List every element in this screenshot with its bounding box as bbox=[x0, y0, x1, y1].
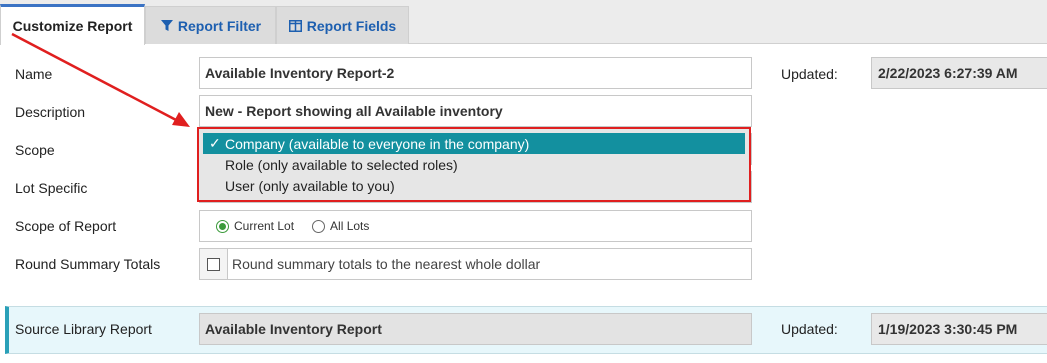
lot-specific-label: Lot Specific bbox=[15, 180, 88, 196]
source-library-value: Available Inventory Report bbox=[199, 313, 752, 345]
all-lots-radio[interactable] bbox=[312, 219, 326, 233]
scope-of-report-label: Scope of Report bbox=[15, 218, 117, 234]
name-field[interactable]: Available Inventory Report-2 bbox=[199, 57, 752, 89]
scope-option-user-label: User (only available to you) bbox=[225, 177, 395, 194]
updated-label: Updated: bbox=[781, 66, 838, 82]
filter-icon bbox=[160, 19, 174, 33]
columns-icon bbox=[289, 19, 303, 33]
round-summary-row: Round summary totals to the nearest whol… bbox=[199, 248, 752, 280]
scope-of-report-radios: Current Lot All Lots bbox=[199, 210, 752, 242]
current-lot-label[interactable]: Current Lot bbox=[234, 219, 294, 233]
tab-report-fields[interactable]: Report Fields bbox=[276, 6, 409, 44]
round-summary-checkbox-cell[interactable] bbox=[200, 249, 228, 279]
tab-report-filter-label: Report Filter bbox=[177, 17, 262, 34]
description-label: Description bbox=[15, 104, 86, 120]
round-summary-checkbox[interactable] bbox=[207, 257, 220, 271]
current-lot-radio[interactable] bbox=[216, 219, 229, 233]
name-label: Name bbox=[15, 66, 53, 82]
tab-report-fields-label: Report Fields bbox=[306, 17, 397, 34]
scope-label: Scope bbox=[15, 142, 55, 158]
scope-option-role-label: Role (only available to selected roles) bbox=[225, 156, 458, 173]
tab-report-filter[interactable]: Report Filter bbox=[145, 6, 276, 44]
scope-option-company[interactable]: ✓ Company (available to everyone in the … bbox=[203, 133, 745, 154]
description-field[interactable]: New - Report showing all Available inven… bbox=[199, 95, 752, 127]
round-summary-label: Round Summary Totals bbox=[15, 256, 161, 272]
scope-option-user[interactable]: User (only available to you) bbox=[203, 175, 745, 196]
scope-option-role[interactable]: Role (only available to selected roles) bbox=[203, 154, 745, 175]
scope-option-company-label: Company (available to everyone in the co… bbox=[225, 135, 530, 152]
source-library-label: Source Library Report bbox=[15, 321, 152, 337]
scope-dropdown-menu: ✓ Company (available to everyone in the … bbox=[197, 127, 751, 202]
tab-customize-report[interactable]: Customize Report bbox=[0, 4, 145, 45]
check-mark-icon: ✓ bbox=[209, 135, 221, 151]
name-value: Available Inventory Report-2 bbox=[205, 65, 395, 81]
updated-value: 2/22/2023 6:27:39 AM bbox=[871, 57, 1047, 89]
all-lots-label[interactable]: All Lots bbox=[330, 219, 369, 233]
tab-customize-report-label: Customize Report bbox=[12, 18, 133, 34]
tab-bar: Customize Report Report Filter Report Fi… bbox=[0, 0, 1047, 45]
round-summary-checkbox-label[interactable]: Round summary totals to the nearest whol… bbox=[228, 256, 540, 272]
description-value: New - Report showing all Available inven… bbox=[205, 103, 503, 119]
source-updated-label: Updated: bbox=[781, 321, 838, 337]
source-updated-value: 1/19/2023 3:30:45 PM bbox=[871, 313, 1047, 345]
